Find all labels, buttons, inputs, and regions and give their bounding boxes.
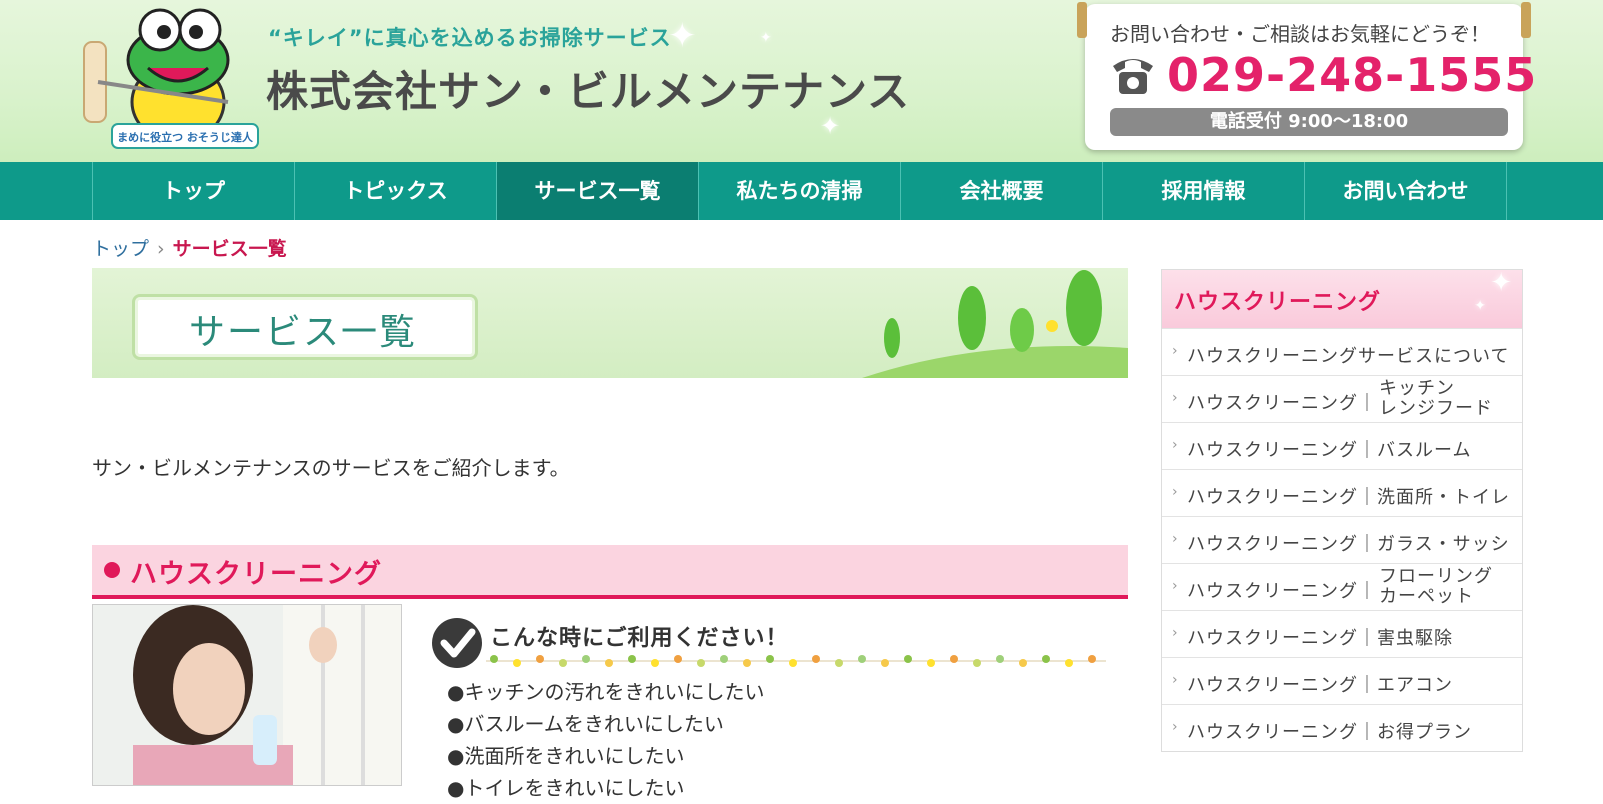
site-tagline: “キレイ”に真心を込めるお掃除サービス bbox=[268, 26, 672, 50]
chevron-right-icon: › bbox=[1172, 484, 1178, 500]
sidebar-item-sublabel: フローリング カーペット bbox=[1379, 566, 1493, 607]
chevron-right-icon: › bbox=[1172, 578, 1178, 594]
breadcrumb: トップ › サービス一覧 bbox=[92, 234, 287, 261]
sparkle-decoration: ✦ bbox=[760, 30, 772, 46]
dotted-divider bbox=[486, 655, 1106, 667]
sidebar-item-label: ハウスクリーニング｜バスルーム bbox=[1187, 440, 1472, 461]
nav-item-our-cleaning[interactable]: 私たちの清掃 bbox=[699, 162, 901, 220]
section-heading: ハウスクリーニング bbox=[92, 545, 1128, 599]
chevron-right-icon: › bbox=[1172, 390, 1178, 406]
nav-item-recruit[interactable]: 採用情報 bbox=[1103, 162, 1305, 220]
sidebar-item-label: ハウスクリーニング｜ bbox=[1187, 581, 1377, 602]
phone-number[interactable]: 029-248-1555 bbox=[1167, 48, 1537, 102]
sidebar-item-label: ハウスクリーニング｜ガラス・サッシ bbox=[1187, 534, 1510, 555]
sidebar-item[interactable]: › ハウスクリーニングサービスについて bbox=[1162, 328, 1522, 375]
sidebar-item[interactable]: › ハウスクリーニング｜洗面所・トイレ bbox=[1162, 469, 1522, 516]
chevron-right-icon: › bbox=[1172, 625, 1178, 641]
banner-title-box: サービス一覧 bbox=[132, 294, 478, 360]
sidebar-item[interactable]: › ハウスクリーニング｜お得プラン bbox=[1162, 704, 1522, 751]
pin-decoration bbox=[1521, 2, 1531, 38]
intro-text: サン・ビルメンテナンスのサービスをご紹介します。 bbox=[92, 456, 570, 480]
nav-item-topics[interactable]: トピックス bbox=[295, 162, 497, 220]
sidebar-item-label: ハウスクリーニング｜エアコン bbox=[1187, 675, 1453, 696]
sidebar-item[interactable]: › ハウスクリーニング｜エアコン bbox=[1162, 657, 1522, 704]
chevron-right-icon: › bbox=[1172, 437, 1178, 453]
sparkle-decoration: ✦ bbox=[1474, 298, 1486, 314]
sparkle-decoration: ✦ bbox=[1490, 268, 1512, 298]
chevron-right-icon: › bbox=[1172, 343, 1178, 359]
page-title-banner: サービス一覧 bbox=[92, 268, 1128, 378]
contact-message: お問い合わせ・ご相談はお気軽にどうぞ！ bbox=[1110, 22, 1490, 46]
contact-box: お問い合わせ・ご相談はお気軽にどうぞ！ 029-248-1555 電話受付 9:… bbox=[1077, 2, 1536, 150]
sidebar-item[interactable]: › ハウスクリーニング｜害虫駆除 bbox=[1162, 610, 1522, 657]
cleaning-woman-photo bbox=[92, 604, 402, 786]
breadcrumb-current: サービス一覧 bbox=[172, 238, 287, 260]
list-item: ●キッチンの汚れをきれいにしたい bbox=[447, 680, 765, 704]
sidebar-title: ハウスクリーニング bbox=[1174, 290, 1382, 315]
sidebar-header: ハウスクリーニング ✦ ✦ bbox=[1162, 268, 1522, 328]
sidebar-item[interactable]: › ハウスクリーニング｜バスルーム bbox=[1162, 422, 1522, 469]
chevron-right-icon: › bbox=[1172, 672, 1178, 688]
phone-hours: 電話受付 9:00〜18:00 bbox=[1110, 108, 1508, 136]
telephone-icon bbox=[1113, 59, 1153, 94]
global-nav: トップ トピックス サービス一覧 私たちの清掃 会社概要 採用情報 お問い合わせ bbox=[0, 162, 1603, 220]
sidebar-item-sublabel: キッチン レンジフード bbox=[1379, 378, 1493, 419]
sidebar-menu: ハウスクリーニング ✦ ✦ › ハウスクリーニングサービスについて › ハウスクリーニ… bbox=[1161, 268, 1523, 752]
nav-item-top[interactable]: トップ bbox=[93, 162, 295, 220]
sidebar-item-label: ハウスクリーニング｜お得プラン bbox=[1187, 722, 1472, 743]
sidebar-item-label: ハウスクリーニング｜ bbox=[1187, 393, 1377, 414]
company-name[interactable]: 株式会社サン・ビルメンテナンス bbox=[266, 58, 910, 119]
nav-item-contact[interactable]: お問い合わせ bbox=[1305, 162, 1507, 220]
list-item: ●洗面所をきれいにしたい bbox=[447, 744, 685, 768]
chevron-right-icon: › bbox=[1172, 719, 1178, 735]
checkmark-icon bbox=[432, 618, 482, 668]
bullet-dot-icon bbox=[104, 562, 120, 578]
nav-item-services[interactable]: サービス一覧 bbox=[497, 162, 699, 220]
breadcrumb-separator: › bbox=[157, 238, 165, 260]
page-title: サービス一覧 bbox=[189, 312, 418, 353]
sidebar-item[interactable]: › ハウスクリーニング｜ キッチン レンジフード bbox=[1162, 375, 1522, 422]
usage-title: こんな時にご利用ください！ bbox=[490, 626, 789, 651]
sparkle-decoration: ✦ bbox=[668, 16, 697, 56]
site-header: ✦ ✦ ✦ まめに役立つ おそうじ達人 “キレイ”に真心を込めるお掃除サービス … bbox=[0, 0, 1603, 162]
nav-item-company[interactable]: 会社概要 bbox=[901, 162, 1103, 220]
usage-list: ●キッチンの汚れをきれいにしたい ●バスルームをきれいにしたい ●洗面所をきれい… bbox=[447, 676, 764, 804]
frog-mascot-logo[interactable]: まめに役立つ おそうじ達人 bbox=[78, 2, 268, 158]
section-title: ハウスクリーニング bbox=[130, 559, 382, 590]
logo-caption: まめに役立つ おそうじ達人 bbox=[117, 130, 254, 144]
list-item: ●バスルームをきれいにしたい bbox=[447, 712, 724, 736]
breadcrumb-home-link[interactable]: トップ bbox=[92, 238, 149, 260]
sidebar-item-label: ハウスクリーニング｜洗面所・トイレ bbox=[1187, 487, 1510, 508]
sidebar-item[interactable]: › ハウスクリーニング｜ガラス・サッシ bbox=[1162, 516, 1522, 563]
list-item: ●トイレをきれいにしたい bbox=[447, 776, 685, 800]
chevron-right-icon: › bbox=[1172, 531, 1178, 547]
trees-illustration bbox=[862, 270, 1128, 378]
pin-decoration bbox=[1077, 2, 1087, 38]
sidebar-item-label: ハウスクリーニングサービスについて bbox=[1187, 346, 1510, 367]
sidebar-item[interactable]: › ハウスクリーニング｜ フローリング カーペット bbox=[1162, 563, 1522, 610]
sidebar-item-label: ハウスクリーニング｜害虫駆除 bbox=[1187, 628, 1453, 649]
